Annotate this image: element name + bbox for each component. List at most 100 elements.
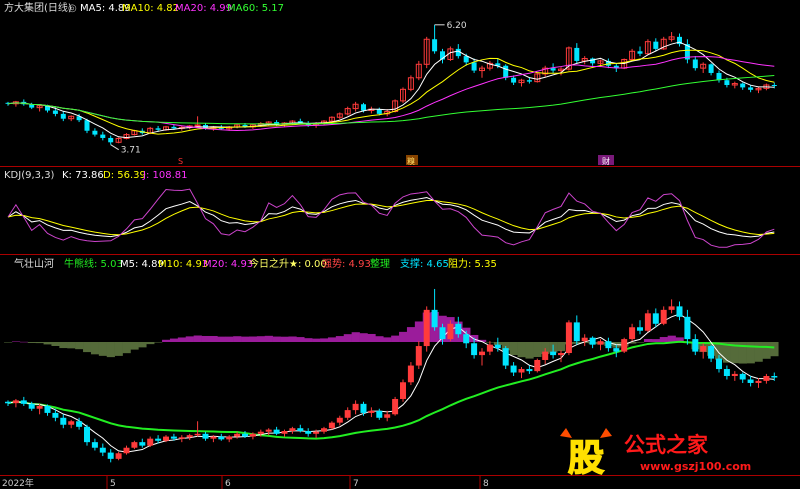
indicator-histogram-bar bbox=[241, 336, 250, 342]
indicator-candle bbox=[644, 313, 651, 331]
indicator-candle bbox=[68, 421, 75, 425]
indicator-histogram-bar bbox=[177, 337, 187, 342]
indicator-candle bbox=[28, 403, 35, 409]
indicator-candle bbox=[597, 341, 604, 345]
indicator-candle bbox=[178, 437, 185, 439]
high-price-annotation: 6.20 bbox=[447, 21, 467, 31]
price-candle bbox=[92, 130, 98, 135]
indicator-histogram-bar bbox=[264, 335, 273, 342]
indicator-candle bbox=[321, 428, 327, 432]
indicator-histogram-bar bbox=[327, 337, 337, 342]
price-candle bbox=[708, 64, 714, 73]
indicator-candle bbox=[368, 410, 375, 413]
support-label: 支撑: 4.65 bbox=[400, 257, 449, 270]
indicator-candle bbox=[423, 309, 430, 347]
price-candle bbox=[194, 124, 201, 127]
price-candle bbox=[108, 137, 114, 143]
kdj-k-label: K: 73.86 bbox=[62, 170, 104, 181]
indicator-candle bbox=[565, 322, 572, 354]
indicator-histogram-bar bbox=[248, 336, 258, 342]
indicator-candle bbox=[91, 442, 98, 448]
indicator-histogram-bar bbox=[651, 339, 661, 342]
indicator-candle bbox=[708, 346, 715, 359]
indicator-candle bbox=[660, 309, 667, 324]
indicator-histogram-bar bbox=[217, 336, 226, 342]
price-candle bbox=[748, 87, 754, 90]
indicator-candle bbox=[676, 306, 683, 317]
kdj-d-label: D: 56.39 bbox=[103, 170, 146, 181]
price-candle bbox=[716, 72, 722, 81]
indicator-candle bbox=[336, 417, 343, 423]
indicator-candle bbox=[5, 401, 11, 404]
indicator-candle bbox=[455, 323, 462, 335]
indicator-candle bbox=[131, 442, 138, 448]
m10-label: M10: 4.93 bbox=[158, 259, 208, 270]
indicator-candle bbox=[613, 348, 620, 352]
indicator-candle bbox=[352, 403, 359, 411]
indicator-candle bbox=[76, 421, 83, 427]
indicator-histogram-bar bbox=[643, 338, 653, 342]
price-candle bbox=[771, 85, 777, 86]
event-marker-s[interactable]: S bbox=[178, 157, 183, 166]
price-candle bbox=[361, 104, 366, 111]
indicator-candle bbox=[471, 343, 478, 356]
event-marker-1[interactable]: 糗 bbox=[407, 156, 415, 166]
indicator-candle bbox=[716, 358, 722, 370]
indicator-candle bbox=[170, 436, 177, 439]
indicator-candle bbox=[60, 417, 67, 425]
indicator-candle bbox=[581, 337, 588, 342]
indicator-histogram-bar bbox=[225, 336, 234, 342]
indicator-histogram-bar bbox=[35, 342, 44, 344]
indicator-candle bbox=[400, 382, 406, 399]
indicator-histogram-bar bbox=[304, 338, 313, 342]
indicator-candle bbox=[637, 327, 643, 331]
indicator-histogram-bar bbox=[43, 342, 52, 345]
indicator-candle bbox=[723, 369, 730, 376]
stock-title: 方大集团(日线) bbox=[4, 1, 72, 14]
indicator-histogram-bar bbox=[27, 342, 36, 343]
indicator-candle bbox=[328, 422, 335, 429]
kdj-j-label: J: 108.81 bbox=[142, 170, 188, 181]
indicator-candle bbox=[186, 435, 193, 438]
indicator-candle bbox=[763, 376, 770, 381]
indicator-histogram-bar bbox=[83, 342, 92, 353]
indicator-candle bbox=[344, 410, 351, 418]
indicator-candle bbox=[210, 436, 217, 439]
settings-icon[interactable]: ◎ bbox=[68, 3, 77, 14]
price-candle bbox=[653, 41, 659, 49]
indicator-candle bbox=[257, 431, 264, 434]
indicator-candle bbox=[226, 436, 233, 440]
consolidation-label: 整理 bbox=[370, 257, 390, 270]
ma20-label: MA20: 4.99 bbox=[175, 3, 232, 14]
indicator-candle bbox=[99, 447, 106, 453]
indicator-candle bbox=[20, 400, 27, 404]
chart-background bbox=[0, 0, 800, 489]
indicator-histogram-bar bbox=[169, 338, 179, 342]
indicator-candle bbox=[589, 337, 596, 345]
indicator-histogram-bar bbox=[162, 339, 171, 342]
indicator-candle bbox=[652, 313, 659, 324]
indicator-histogram-bar bbox=[533, 342, 542, 357]
x-axis-label-jul: 7 bbox=[353, 479, 359, 489]
price-candle bbox=[171, 126, 177, 129]
event-marker-2[interactable]: 财 bbox=[602, 156, 610, 166]
indicator-histogram-bar bbox=[367, 333, 376, 342]
indicator-candle bbox=[747, 379, 754, 383]
indicator-histogram-bar bbox=[146, 342, 155, 345]
watermark-logo: 股 bbox=[568, 438, 604, 479]
indicator-histogram-bar bbox=[154, 342, 163, 343]
x-axis-label-aug: 8 bbox=[483, 479, 489, 489]
indicator-candle bbox=[305, 431, 312, 434]
indicator-candle bbox=[289, 428, 296, 432]
indicator-candle bbox=[249, 433, 256, 437]
indicator-candle bbox=[700, 346, 707, 352]
indicator-histogram-bar bbox=[746, 342, 755, 364]
indicator-candle bbox=[265, 429, 272, 432]
indicator-candle bbox=[392, 398, 399, 415]
indicator-histogram-bar bbox=[209, 335, 218, 342]
indicator-histogram-bar bbox=[51, 342, 60, 347]
indicator-histogram-bar bbox=[59, 342, 68, 349]
indicator-candle bbox=[36, 405, 43, 409]
indicator-candle bbox=[384, 414, 391, 418]
indicator-candle bbox=[439, 327, 446, 340]
